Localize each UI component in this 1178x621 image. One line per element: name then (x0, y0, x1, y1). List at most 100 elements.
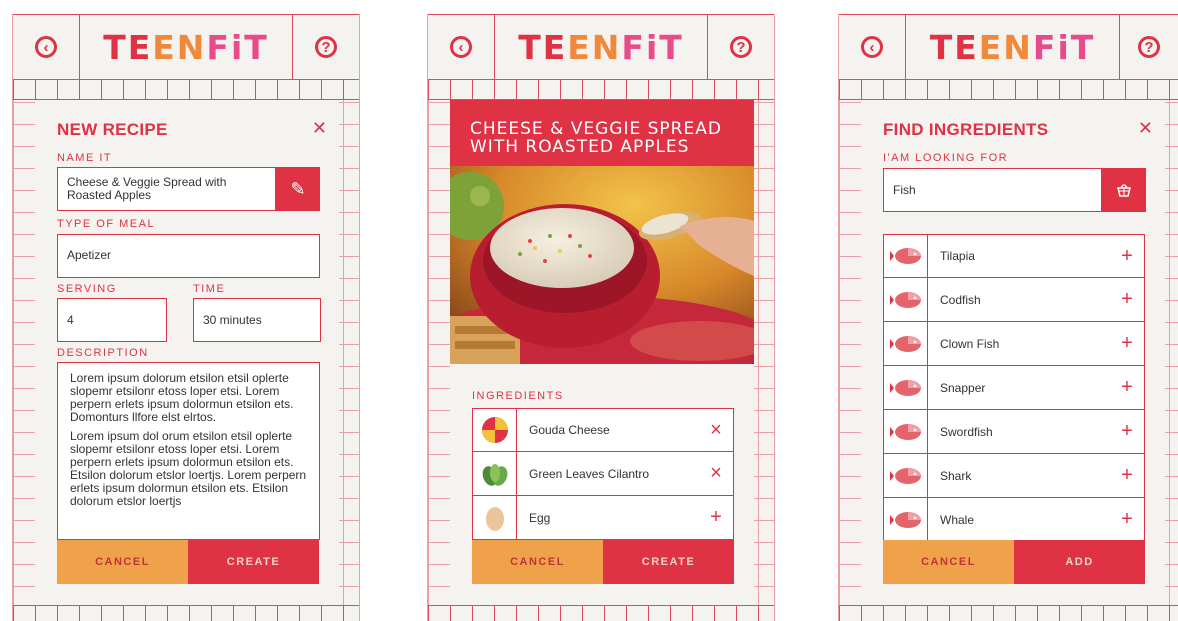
close-icon[interactable]: ✕ (1138, 118, 1153, 139)
recipe-detail-screen: ‹ TE EN FiT ? CHEESE & VEGGIE SPREAD WITH … (427, 14, 775, 621)
add-ingredient-button[interactable]: + (1110, 464, 1144, 487)
recipe-photo (450, 166, 754, 364)
result-name: Codfish (940, 292, 981, 307)
logo-text-part2: EN (978, 27, 1033, 67)
ingredient-row: Green Leaves Cilantro × (472, 452, 734, 496)
name-label: NAME IT (57, 152, 113, 164)
new-recipe-screen: ‹ TE EN FiT ? NEW RECIPE ✕ NAME IT Cheese … (12, 14, 360, 621)
logo-text-part1: TE (929, 27, 979, 67)
add-ingredient-button[interactable]: + (1110, 508, 1144, 531)
serving-label: SERVING (57, 283, 117, 295)
fish-icon (884, 454, 928, 497)
result-name: Clown Fish (940, 336, 1000, 351)
cancel-button[interactable]: CANCEL (472, 540, 603, 584)
close-icon[interactable]: ✕ (312, 118, 327, 139)
logo-text-part3: FiT (206, 27, 269, 67)
recipe-photo-illustration (450, 166, 754, 364)
fish-icon (884, 278, 928, 321)
grid-ruler (428, 80, 774, 100)
result-name: Tilapia (940, 249, 975, 263)
meal-type-label: TYPE OF MEAL (57, 218, 156, 230)
add-ingredient-button[interactable]: + (699, 506, 733, 529)
remove-ingredient-button[interactable]: × (699, 419, 733, 442)
back-button[interactable]: ‹ (428, 15, 495, 79)
create-button[interactable]: CREATE (188, 540, 319, 584)
question-icon: ? (1138, 36, 1160, 58)
result-row[interactable]: Whale + (883, 498, 1145, 542)
logo-text-part1: TE (518, 27, 568, 67)
action-bar: CANCEL CREATE (472, 540, 734, 584)
grid-ruler (13, 605, 359, 621)
add-ingredient-button[interactable]: + (1110, 376, 1144, 399)
result-row[interactable]: Clown Fish + (883, 322, 1145, 366)
result-name: Snapper (940, 380, 986, 395)
help-button[interactable]: ? (1119, 15, 1178, 79)
result-row[interactable]: Swordfish + (883, 410, 1145, 454)
remove-ingredient-button[interactable]: × (699, 462, 733, 485)
fish-icon (884, 498, 928, 541)
card-title: NEW RECIPE (57, 120, 168, 139)
card-title: FIND INGREDIENTS (883, 120, 1049, 139)
egg-icon (473, 496, 517, 539)
result-row[interactable]: Shark + (883, 454, 1145, 498)
grid-ruler (839, 80, 1178, 100)
help-button[interactable]: ? (707, 15, 774, 79)
meal-type-field[interactable]: Apetizer (57, 234, 320, 278)
description-paragraph: Lorem ipsum dol orum etsilon etsil opler… (70, 429, 307, 508)
action-bar: CANCEL ADD (883, 540, 1145, 584)
logo-text-part2: EN (152, 27, 207, 67)
teenfit-logo: TE EN FiT (79, 15, 293, 79)
logo-text-part3: FiT (1032, 27, 1096, 67)
cancel-button[interactable]: CANCEL (57, 540, 188, 584)
leaves-icon (473, 452, 517, 495)
create-button[interactable]: CREATE (603, 540, 734, 584)
results-list: Tilapia + Codfish + Clown Fish + Snapper… (883, 234, 1145, 542)
edit-pencil-button[interactable]: ✎ (276, 167, 320, 211)
grid-ruler (839, 605, 1178, 621)
back-button[interactable]: ‹ (13, 15, 80, 79)
add-ingredient-button[interactable]: + (1110, 420, 1144, 443)
result-row[interactable]: Codfish + (883, 278, 1145, 322)
search-label: I'AM LOOKING FOR (883, 152, 1009, 164)
back-arrow-icon: ‹ (861, 36, 883, 58)
fish-icon (884, 322, 928, 365)
ingredient-row: Egg + (472, 496, 734, 540)
add-button[interactable]: ADD (1014, 540, 1145, 584)
recipe-name-field[interactable]: Cheese & Veggie Spread with Roasted Appl… (57, 167, 276, 211)
app-header: ‹ TE EN FiT ? (13, 14, 359, 80)
time-label: TIME (193, 283, 226, 295)
serving-field[interactable]: 4 (57, 298, 167, 342)
ingredient-name: Green Leaves Cilantro (529, 466, 650, 481)
result-name: Swordfish (940, 424, 993, 439)
recipe-card: CHEESE & VEGGIE SPREAD WITH ROASTED APPL… (450, 100, 754, 605)
result-name: Whale (940, 512, 975, 527)
time-field[interactable]: 30 minutes (193, 298, 321, 342)
result-name: Shark (940, 468, 972, 483)
result-row[interactable]: Tilapia + (883, 234, 1145, 278)
find-ingredients-card: FIND INGREDIENTS ✕ I'AM LOOKING FOR Fish… (861, 100, 1165, 605)
teenfit-logo: TE EN FiT (494, 15, 708, 79)
result-row[interactable]: Snapper + (883, 366, 1145, 410)
fish-icon (884, 410, 928, 453)
find-ingredients-screen: ‹ TE EN FiT ? FIND INGREDIENTS ✕ I'AM LOOK… (838, 14, 1178, 621)
add-ingredient-button[interactable]: + (1110, 245, 1144, 268)
search-input[interactable]: Fish (883, 168, 1102, 212)
teenfit-logo: TE EN FiT (905, 15, 1120, 79)
app-header: ‹ TE EN FiT ? (428, 14, 774, 80)
add-ingredient-button[interactable]: + (1110, 288, 1144, 311)
cheese-icon (473, 408, 517, 452)
help-button[interactable]: ? (292, 15, 359, 79)
grid-ruler (428, 605, 774, 621)
app-header: ‹ TE EN FiT ? (839, 14, 1178, 80)
ingredient-row: Gouda Cheese × (472, 408, 734, 452)
add-ingredient-button[interactable]: + (1110, 332, 1144, 355)
ingredient-list: Gouda Cheese × Green Leaves Cilantro × E… (472, 408, 734, 540)
search-basket-button[interactable] (1102, 168, 1146, 212)
recipe-title-banner: CHEESE & VEGGIE SPREAD WITH ROASTED APPL… (450, 100, 754, 166)
cancel-button[interactable]: CANCEL (883, 540, 1014, 584)
logo-text-part3: FiT (621, 27, 684, 67)
back-button[interactable]: ‹ (839, 15, 906, 79)
grid-ruler (13, 80, 359, 100)
description-paragraph: Lorem ipsum dolorum etsilon etsil oplert… (70, 371, 294, 424)
description-field[interactable]: Lorem ipsum dolorum etsilon etsil oplert… (57, 362, 320, 540)
